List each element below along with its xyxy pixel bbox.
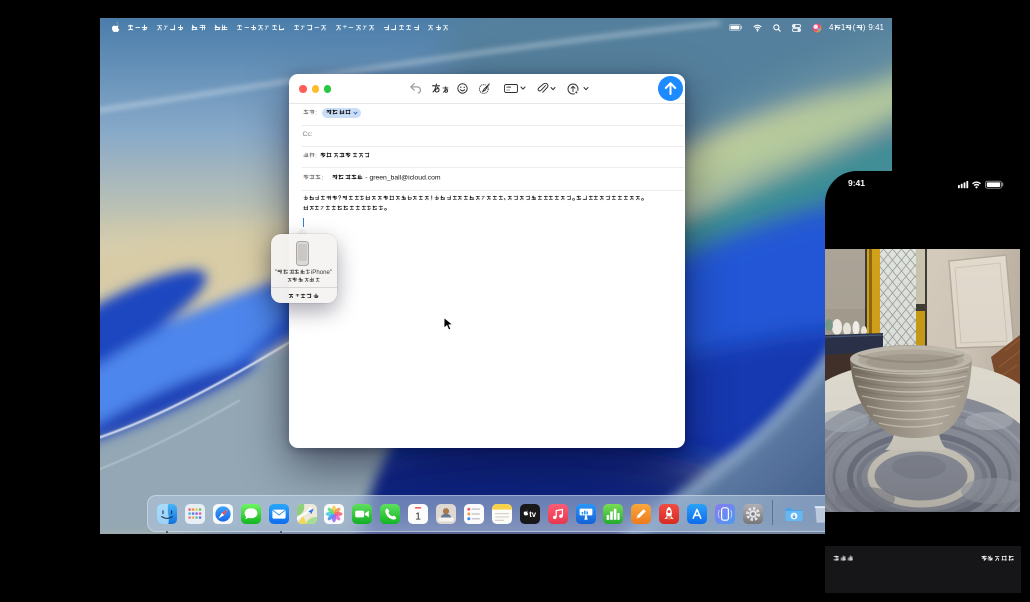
svg-text:1: 1	[415, 510, 421, 522]
svg-text:tv: tv	[529, 510, 537, 519]
